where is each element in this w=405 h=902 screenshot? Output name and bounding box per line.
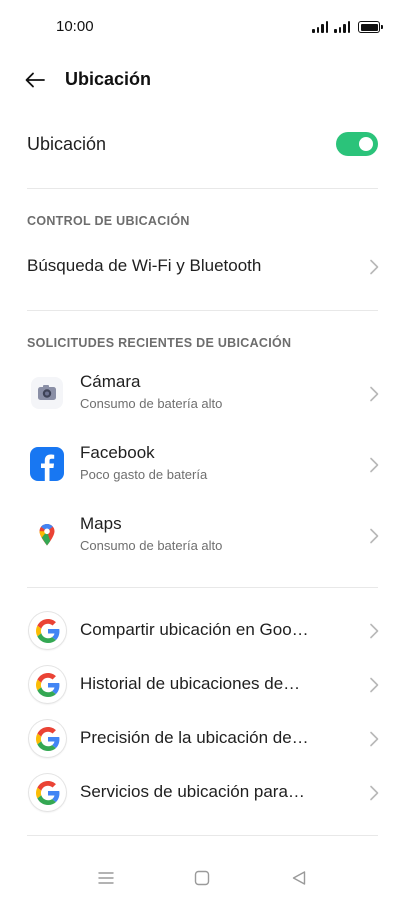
google-item-label: Historial de ubicaciones de… bbox=[80, 674, 301, 693]
app-bar: Ubicación bbox=[0, 58, 405, 102]
chevron-right-icon bbox=[370, 259, 379, 275]
recent-app-name: Cámara bbox=[80, 372, 141, 391]
recent-app-detail: Consumo de batería alto bbox=[80, 396, 223, 411]
divider bbox=[27, 310, 378, 311]
menu-icon bbox=[98, 872, 114, 884]
recent-app-name: Maps bbox=[80, 514, 122, 533]
status-icons bbox=[312, 20, 383, 33]
chevron-right-icon bbox=[370, 731, 379, 747]
facebook-icon bbox=[30, 447, 64, 481]
page-title: Ubicación bbox=[65, 69, 152, 89]
divider bbox=[27, 835, 378, 836]
google-icon bbox=[29, 666, 66, 703]
google-icon bbox=[29, 612, 66, 649]
camera-icon bbox=[30, 376, 64, 410]
location-toggle-switch[interactable] bbox=[336, 132, 378, 156]
wifi-bluetooth-scan-label: Búsqueda de Wi-Fi y Bluetooth bbox=[27, 256, 262, 275]
divider bbox=[27, 188, 378, 189]
chevron-right-icon bbox=[370, 677, 379, 693]
maps-icon bbox=[30, 518, 64, 552]
status-time: 10:00 bbox=[56, 18, 94, 35]
google-location-sharing-item[interactable]: Compartir ubicación en Goo… bbox=[0, 606, 405, 656]
back-nav-button[interactable] bbox=[287, 866, 311, 890]
chevron-right-icon bbox=[370, 528, 379, 544]
wifi-bluetooth-scan-item[interactable]: Búsqueda de Wi-Fi y Bluetooth bbox=[0, 242, 405, 292]
status-bar: 10:00 bbox=[0, 0, 405, 54]
location-toggle-label: Ubicación bbox=[27, 134, 107, 154]
recent-app-facebook[interactable]: Facebook Poco gasto de batería bbox=[0, 433, 405, 497]
chevron-right-icon bbox=[370, 785, 379, 801]
system-nav-bar bbox=[0, 860, 405, 896]
signal-icon bbox=[312, 21, 328, 33]
recent-app-maps[interactable]: Maps Consumo de batería alto bbox=[0, 504, 405, 568]
google-icon bbox=[29, 720, 66, 757]
chevron-right-icon bbox=[370, 457, 379, 473]
google-item-label: Precisión de la ubicación de… bbox=[80, 728, 309, 747]
google-location-history-item[interactable]: Historial de ubicaciones de… bbox=[0, 660, 405, 710]
home-button[interactable] bbox=[190, 866, 214, 890]
section-header-recent: SOLICITUDES RECIENTES DE UBICACIÓN bbox=[27, 336, 292, 350]
back-button[interactable] bbox=[20, 66, 50, 94]
google-icon bbox=[29, 774, 66, 811]
google-item-label: Compartir ubicación en Goo… bbox=[80, 620, 309, 639]
google-location-accuracy-item[interactable]: Precisión de la ubicación de… bbox=[0, 714, 405, 764]
divider bbox=[27, 587, 378, 588]
home-icon bbox=[194, 870, 210, 886]
battery-icon bbox=[358, 21, 383, 33]
back-triangle-icon bbox=[292, 871, 306, 885]
google-item-label: Servicios de ubicación para… bbox=[80, 782, 305, 801]
location-toggle-row[interactable]: Ubicación bbox=[0, 118, 405, 172]
recents-button[interactable] bbox=[94, 866, 118, 890]
recent-app-name: Facebook bbox=[80, 443, 155, 462]
recent-app-camera[interactable]: Cámara Consumo de batería alto bbox=[0, 362, 405, 426]
recent-app-detail: Consumo de batería alto bbox=[80, 538, 223, 553]
section-header-control: CONTROL DE UBICACIÓN bbox=[27, 214, 190, 228]
chevron-right-icon bbox=[370, 623, 379, 639]
signal-icon bbox=[334, 21, 350, 33]
recent-app-detail: Poco gasto de batería bbox=[80, 467, 208, 482]
google-location-services-item[interactable]: Servicios de ubicación para… bbox=[0, 768, 405, 818]
arrow-left-icon bbox=[25, 72, 45, 88]
chevron-right-icon bbox=[370, 386, 379, 402]
